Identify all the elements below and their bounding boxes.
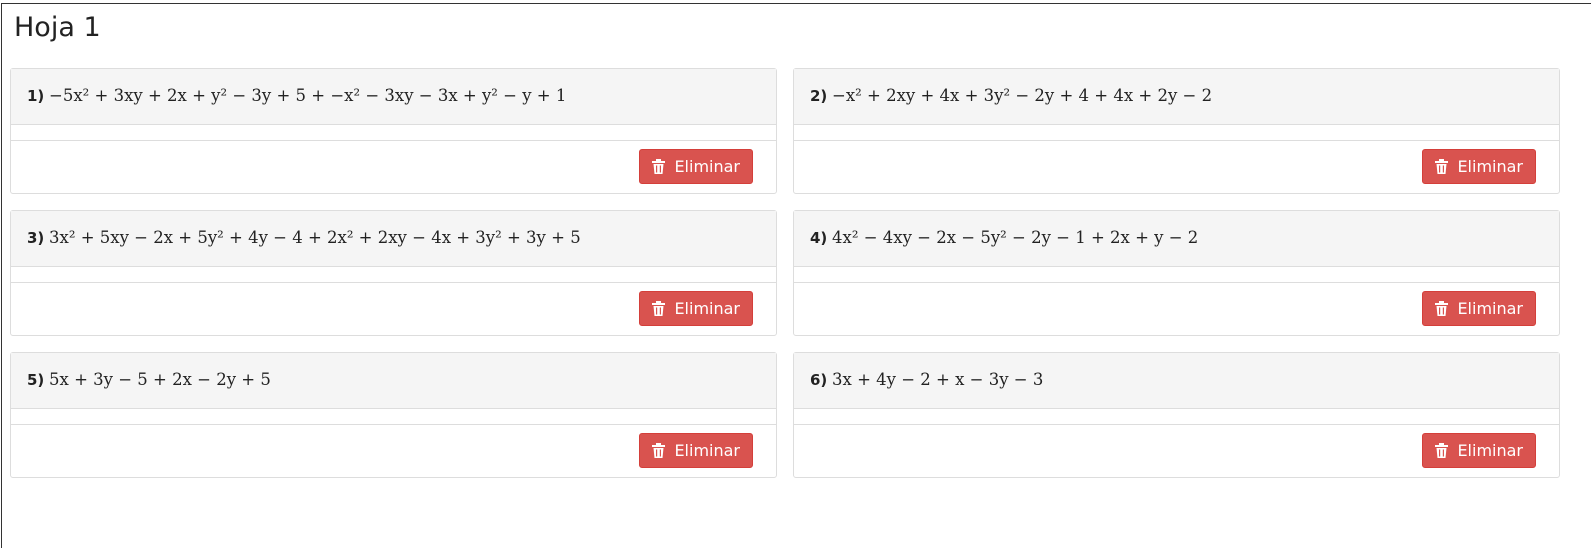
delete-button[interactable]: Eliminar [1422,291,1536,326]
delete-label: Eliminar [674,299,740,318]
exercise-header: 5) 5x + 3y − 5 + 2x − 2y + 5 [11,353,776,409]
delete-button[interactable]: Eliminar [639,149,753,184]
exercise-header: 6) 3x + 4y − 2 + x − 3y − 3 [794,353,1559,409]
exercise-grid: 1) −5x² + 3xy + 2x + y² − 3y + 5 + −x² −… [10,68,1560,478]
exercise-expression: 4x² − 4xy − 2x − 5y² − 2y − 1 + 2x + y −… [832,228,1199,247]
exercise-footer: Eliminar [794,141,1559,192]
exercise-header: 1) −5x² + 3xy + 2x + y² − 3y + 5 + −x² −… [11,69,776,125]
exercise-header: 3) 3x² + 5xy − 2x + 5y² + 4y − 4 + 2x² +… [11,211,776,267]
exercise-card: 4) 4x² − 4xy − 2x − 5y² − 2y − 1 + 2x + … [793,210,1560,336]
delete-label: Eliminar [674,441,740,460]
delete-label: Eliminar [674,157,740,176]
exercise-card: 6) 3x + 4y − 2 + x − 3y − 3 Eliminar [793,352,1560,478]
exercise-body [11,125,776,141]
trash-icon [1435,159,1449,174]
exercise-card: 1) −5x² + 3xy + 2x + y² − 3y + 5 + −x² −… [10,68,777,194]
exercise-card: 3) 3x² + 5xy − 2x + 5y² + 4y − 4 + 2x² +… [10,210,777,336]
exercise-expression: −5x² + 3xy + 2x + y² − 3y + 5 + −x² − 3x… [49,86,567,105]
exercise-header: 4) 4x² − 4xy − 2x − 5y² − 2y − 1 + 2x + … [794,211,1559,267]
exercise-expression: −x² + 2xy + 4x + 3y² − 2y + 4 + 4x + 2y … [832,86,1213,105]
exercise-number: 6) [810,371,828,389]
sheet-title: Hoja 1 [14,12,101,43]
exercise-expression: 3x + 4y − 2 + x − 3y − 3 [832,370,1044,389]
delete-button[interactable]: Eliminar [1422,433,1536,468]
exercise-body [11,267,776,283]
delete-label: Eliminar [1457,157,1523,176]
delete-button[interactable]: Eliminar [639,433,753,468]
delete-button[interactable]: Eliminar [639,291,753,326]
exercise-number: 2) [810,87,828,105]
exercise-body [794,267,1559,283]
trash-icon [1435,443,1449,458]
exercise-body [794,125,1559,141]
exercise-card: 2) −x² + 2xy + 4x + 3y² − 2y + 4 + 4x + … [793,68,1560,194]
exercise-header: 2) −x² + 2xy + 4x + 3y² − 2y + 4 + 4x + … [794,69,1559,125]
exercise-number: 5) [27,371,45,389]
exercise-number: 1) [27,87,45,105]
exercise-footer: Eliminar [11,425,776,476]
exercise-number: 3) [27,229,45,247]
trash-icon [652,443,666,458]
trash-icon [652,159,666,174]
exercise-footer: Eliminar [11,283,776,334]
exercise-number: 4) [810,229,828,247]
exercise-expression: 5x + 3y − 5 + 2x − 2y + 5 [49,370,271,389]
delete-button[interactable]: Eliminar [1422,149,1536,184]
exercise-footer: Eliminar [794,283,1559,334]
exercise-expression: 3x² + 5xy − 2x + 5y² + 4y − 4 + 2x² + 2x… [49,228,581,247]
delete-label: Eliminar [1457,299,1523,318]
exercise-body [11,409,776,425]
exercise-body [794,409,1559,425]
delete-label: Eliminar [1457,441,1523,460]
exercise-footer: Eliminar [11,141,776,192]
exercise-card: 5) 5x + 3y − 5 + 2x − 2y + 5 Eliminar [10,352,777,478]
exercise-footer: Eliminar [794,425,1559,476]
trash-icon [1435,301,1449,316]
trash-icon [652,301,666,316]
